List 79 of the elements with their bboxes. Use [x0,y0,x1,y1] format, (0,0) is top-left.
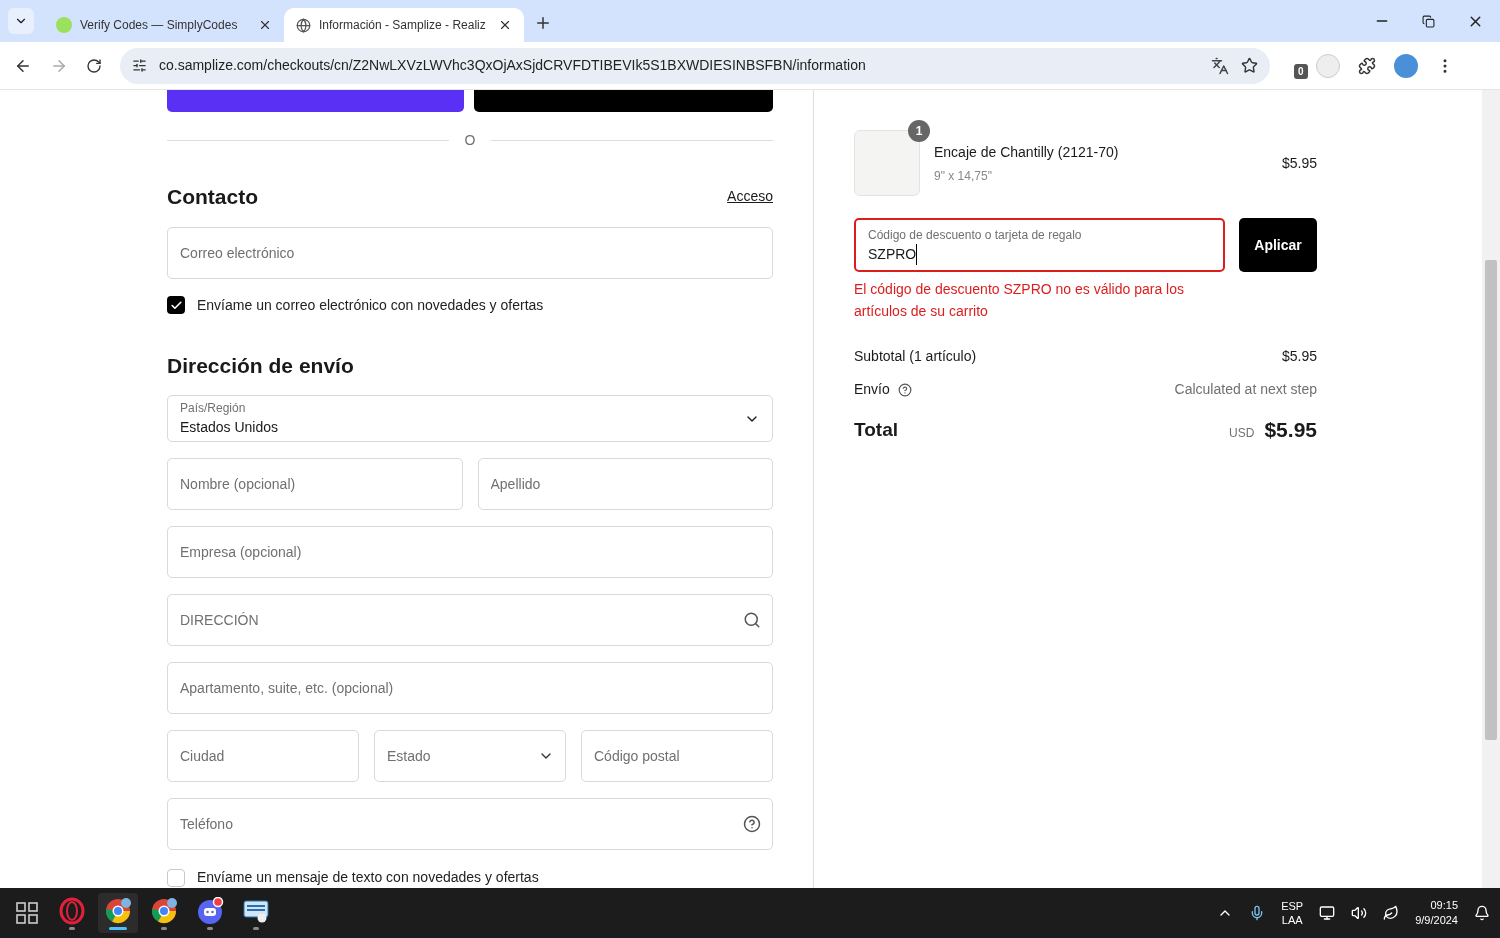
bookmark-icon[interactable] [1241,57,1258,74]
input-field[interactable]: Correo electrónico [167,226,773,279]
browser-icon[interactable] [104,896,132,925]
start-icon[interactable] [16,902,38,924]
site-info-icon[interactable] [132,58,147,73]
field-label: Código de descuento o tarjeta de regalo [868,226,1083,244]
extensions-icon[interactable] [1357,56,1376,75]
notifications-icon[interactable] [1474,905,1490,921]
restore-icon[interactable] [1422,14,1435,28]
running-indicator [161,926,167,930]
summary-label: Subtotal (1 artículo) [854,347,977,366]
scrollbar-thumb[interactable] [1485,260,1497,740]
tab-search-button[interactable] [8,8,34,34]
reload-icon[interactable] [86,57,102,74]
close-icon[interactable] [498,18,512,32]
network-icon[interactable] [1319,905,1336,921]
summary-value: Calculated at next step [1174,380,1317,399]
running-indicator [69,926,75,930]
summary-label: Envío [854,380,890,399]
error-message: El código de descuento SZPRO no es válido para los artículos de su carrito [854,280,1185,321]
tab-title: Verify Codes — SimplyCodes [80,17,239,34]
help-icon [743,815,761,833]
currency-code: USD [1229,425,1255,442]
country-select[interactable]: País/Región Estados Unidos [167,395,773,442]
scrollbar[interactable] [1482,90,1500,888]
checkbox[interactable] [167,296,185,314]
search-icon [743,611,761,629]
url-text: co.samplize.com/checkouts/cn/Z2NwLXVzLWVhc3QxOjAxSjdCRVFDTIBEVIk5S1BXWDIESINBSFBN/information [159,56,867,75]
taskbar-app[interactable] [98,893,138,933]
new-tab-icon[interactable] [534,14,552,32]
translate-icon[interactable] [1211,56,1229,75]
field-value: Estados Unidos [180,418,280,437]
login-link[interactable]: Acceso [727,186,773,208]
section-heading: Dirección de envío [167,352,355,379]
input-field[interactable]: Nombre (opcional) [167,458,463,510]
input-field[interactable]: Apartamento, suite, etc. (opcional) [167,662,773,714]
quantity-badge: 1 [908,120,930,142]
input-field[interactable]: Código postal [581,730,773,782]
input-field[interactable]: Apellido [477,458,773,510]
input-field[interactable]: Estado [374,730,566,782]
browser-tab[interactable]: Información - Samplize - Realiz [284,8,524,42]
browser-tab[interactable]: Verify Codes — SimplyCodes [44,8,284,42]
volume-icon[interactable] [1351,905,1368,921]
chat-app-icon[interactable] [196,896,224,925]
running-indicator [253,926,259,930]
close-icon[interactable] [258,18,272,32]
apply-button[interactable]: Aplicar [1239,218,1317,272]
check-icon [169,298,183,312]
tab-title: Información - Samplize - Realiz [319,17,487,34]
summary-value: $5.95 [1281,347,1317,366]
input-field[interactable]: DIRECCIÓN [167,594,773,646]
checkbox-label: Envíame un correo electrónico con novedades y ofertas [197,295,544,315]
avatar-icon[interactable] [1393,53,1418,78]
product-variant: 9" x 14,75" [934,167,993,185]
clock[interactable]: 09:15 9/9/2024 [1415,898,1458,928]
running-indicator [109,926,127,930]
input-field[interactable]: Empresa (opcional) [167,526,773,578]
input-field[interactable]: Ciudad [167,730,359,782]
browser-icon[interactable] [150,896,178,925]
opera-icon[interactable] [58,896,86,925]
total-label: Total [854,417,898,442]
globe-icon [296,17,311,33]
help-icon[interactable] [897,382,912,397]
leaf-icon[interactable] [1383,905,1400,921]
extension-badge[interactable]: 0 [1294,64,1308,79]
section-heading: Contacto [167,184,258,210]
input-field[interactable]: Teléfono [167,798,773,850]
field-label: País/Región [180,400,247,417]
field-value: SZPRO [868,243,918,265]
address-bar[interactable]: co.samplize.com/checkouts/cn/Z2NwLXVzLWVhc3QxOjAxSjdCRVFDTIBEVIk5S1BXWDIESINBSFBN/information [120,47,1270,84]
checkbox-label: Envíame un mensaje de texto con novedades y ofertas [197,868,539,887]
divider-label: O [464,131,476,150]
running-indicator [207,926,213,930]
discount-field[interactable]: Código de descuento o tarjeta de regalo SZPRO [854,218,1225,272]
product-price: $5.95 [1281,153,1317,173]
product-name: Encaje de Chantilly (2121-70) [934,142,1120,162]
language-indicator[interactable]: ESP LAA [1281,899,1304,927]
checkbox[interactable] [167,868,185,887]
total-value: $5.95 [1264,417,1317,443]
